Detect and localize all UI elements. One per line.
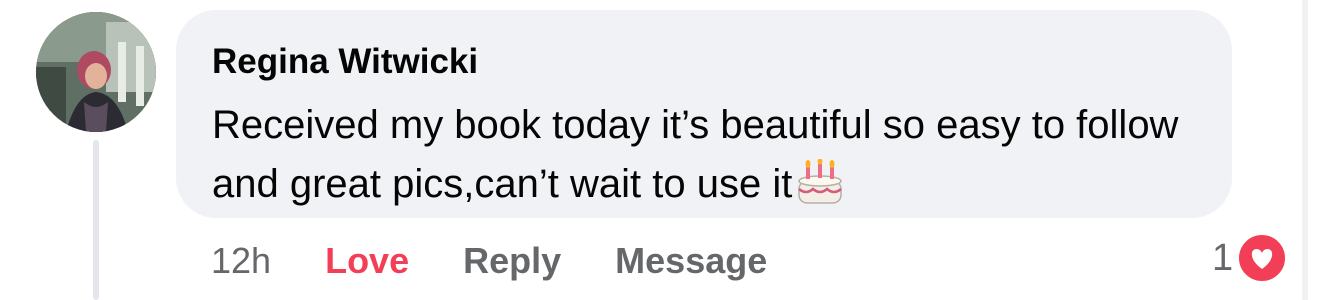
reaction-count: 1	[1212, 236, 1234, 279]
love-button[interactable]: Love	[325, 240, 409, 282]
comment-actions: 12h Love Reply Message	[211, 236, 821, 286]
heart-reaction-icon	[1237, 233, 1288, 283]
avatar[interactable]	[36, 12, 156, 132]
comment-timestamp[interactable]: 12h	[211, 240, 271, 282]
thread-divider	[1302, 0, 1308, 300]
avatar-photo	[36, 12, 156, 132]
message-button[interactable]: Message	[615, 240, 767, 282]
reply-button[interactable]: Reply	[463, 240, 561, 282]
comment-text: Received my book today it’s beautiful so…	[212, 103, 1179, 206]
comment-author[interactable]: Regina Witwicki	[212, 40, 478, 84]
reaction-summary[interactable]: 1	[1212, 232, 1288, 284]
comment-bubble: Regina Witwicki Received my book today i…	[176, 10, 1232, 218]
birthday-cake-icon	[798, 159, 843, 204]
thread-line	[93, 140, 99, 300]
comment-root: Regina Witwicki Received my book today i…	[0, 0, 1320, 300]
comment-text-block: Received my book today it’s beautiful so…	[212, 96, 1212, 214]
